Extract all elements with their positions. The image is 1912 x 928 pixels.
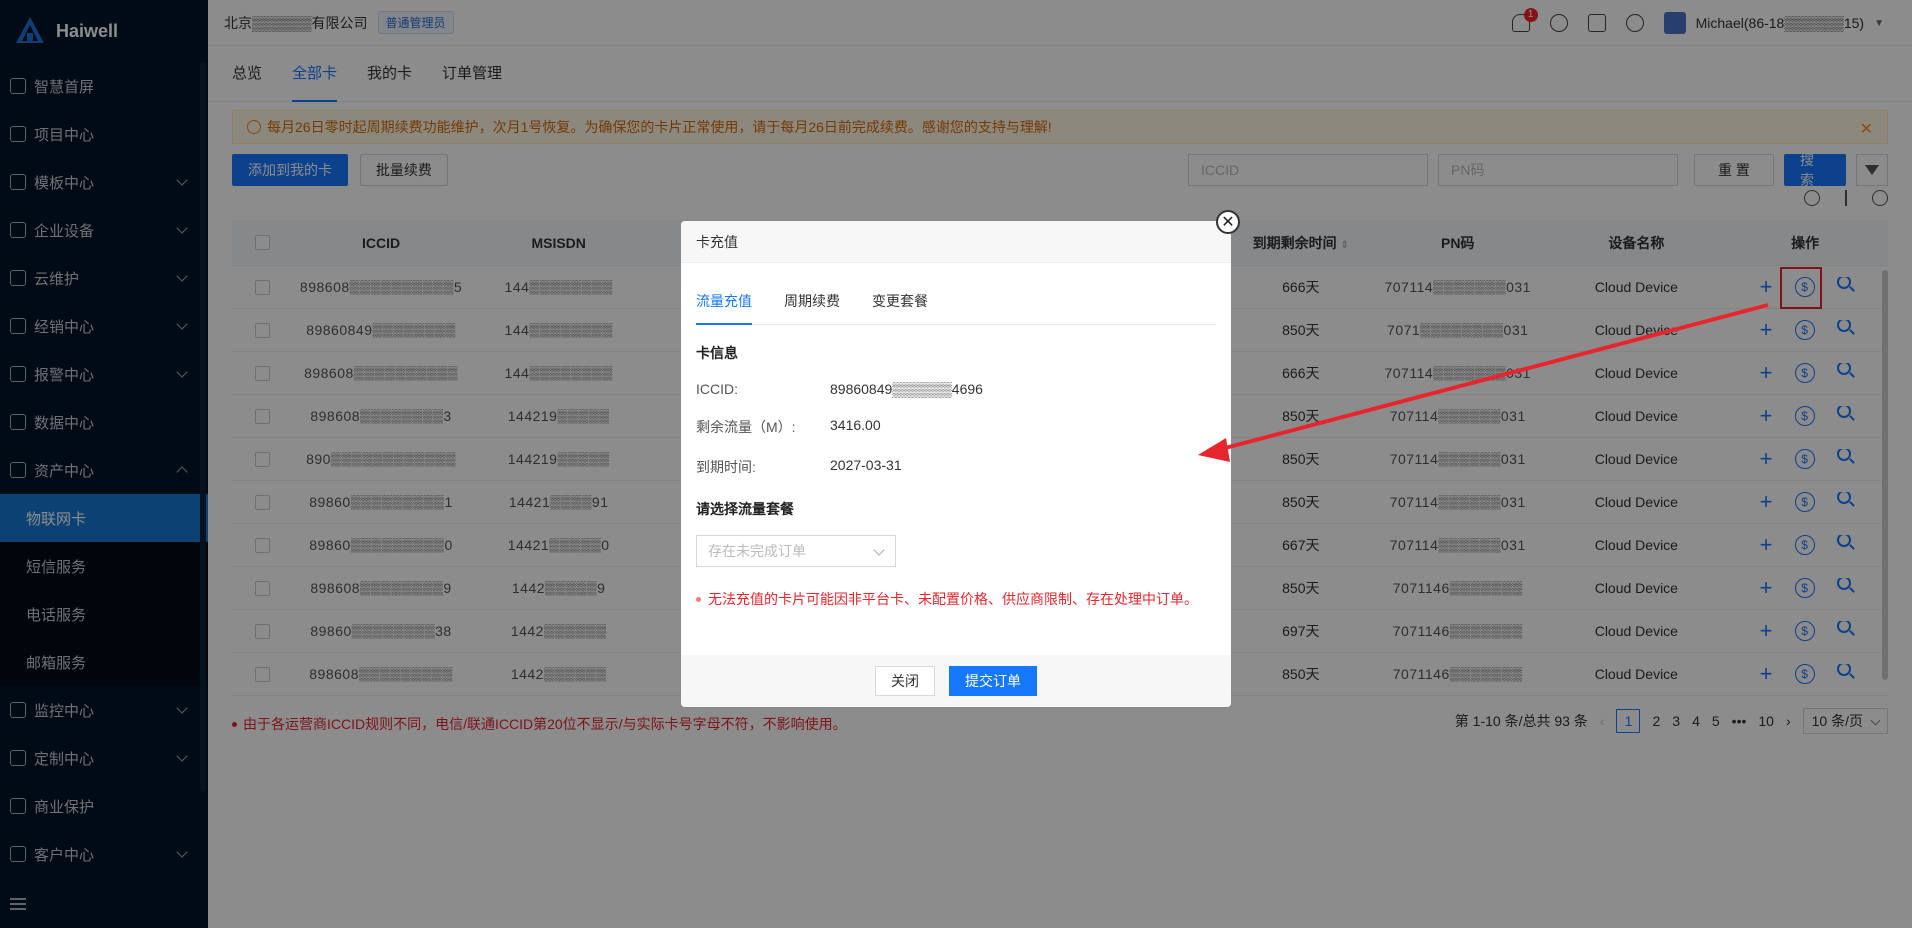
iccid-value: 89860849▒▒▒▒▒▒4696 (830, 381, 983, 397)
package-select[interactable]: 存在未完成订单 (696, 535, 896, 567)
remaining-value: 3416.00 (830, 417, 881, 433)
remaining-label: 剩余流量（M）: (696, 419, 796, 435)
submit-order-button[interactable]: 提交订单 (949, 666, 1037, 696)
card-expire-row: 到期时间: 2027-03-31 (696, 457, 1216, 477)
modal-close-icon[interactable]: ✕ (1216, 210, 1240, 234)
expire-value: 2027-03-31 (830, 457, 902, 473)
modal-tab-1[interactable]: 周期续费 (784, 287, 840, 325)
modal-title: 卡充值 (681, 221, 1231, 263)
close-button[interactable]: 关闭 (875, 666, 935, 696)
modal-tabs: 流量充值 周期续费 变更套餐 (696, 287, 1216, 325)
card-remaining-row: 剩余流量（M）: 3416.00 (696, 417, 1216, 437)
modal-footer: 关闭 提交订单 (681, 655, 1231, 707)
card-info-title: 卡信息 (696, 345, 738, 361)
warning-text: 无法充值的卡片可能因非平台卡、未配置价格、供应商限制、存在处理中订单。 (708, 591, 1198, 607)
recharge-modal: 卡充值 ✕ 流量充值 周期续费 变更套餐 卡信息 ICCID: 89860849▒▒… (681, 210, 1240, 707)
modal-tab-0[interactable]: 流量充值 (696, 287, 752, 325)
card-iccid-row: ICCID: 89860849▒▒▒▒▒▒4696 (696, 381, 1216, 397)
expire-label: 到期时间: (696, 459, 756, 475)
iccid-label: ICCID: (696, 381, 738, 397)
package-title: 请选择流量套餐 (696, 501, 794, 517)
recharge-warning: 无法充值的卡片可能因非平台卡、未配置价格、供应商限制、存在处理中订单。 (696, 589, 1216, 609)
dot-icon (696, 596, 701, 602)
modal-tab-2[interactable]: 变更套餐 (872, 287, 928, 325)
